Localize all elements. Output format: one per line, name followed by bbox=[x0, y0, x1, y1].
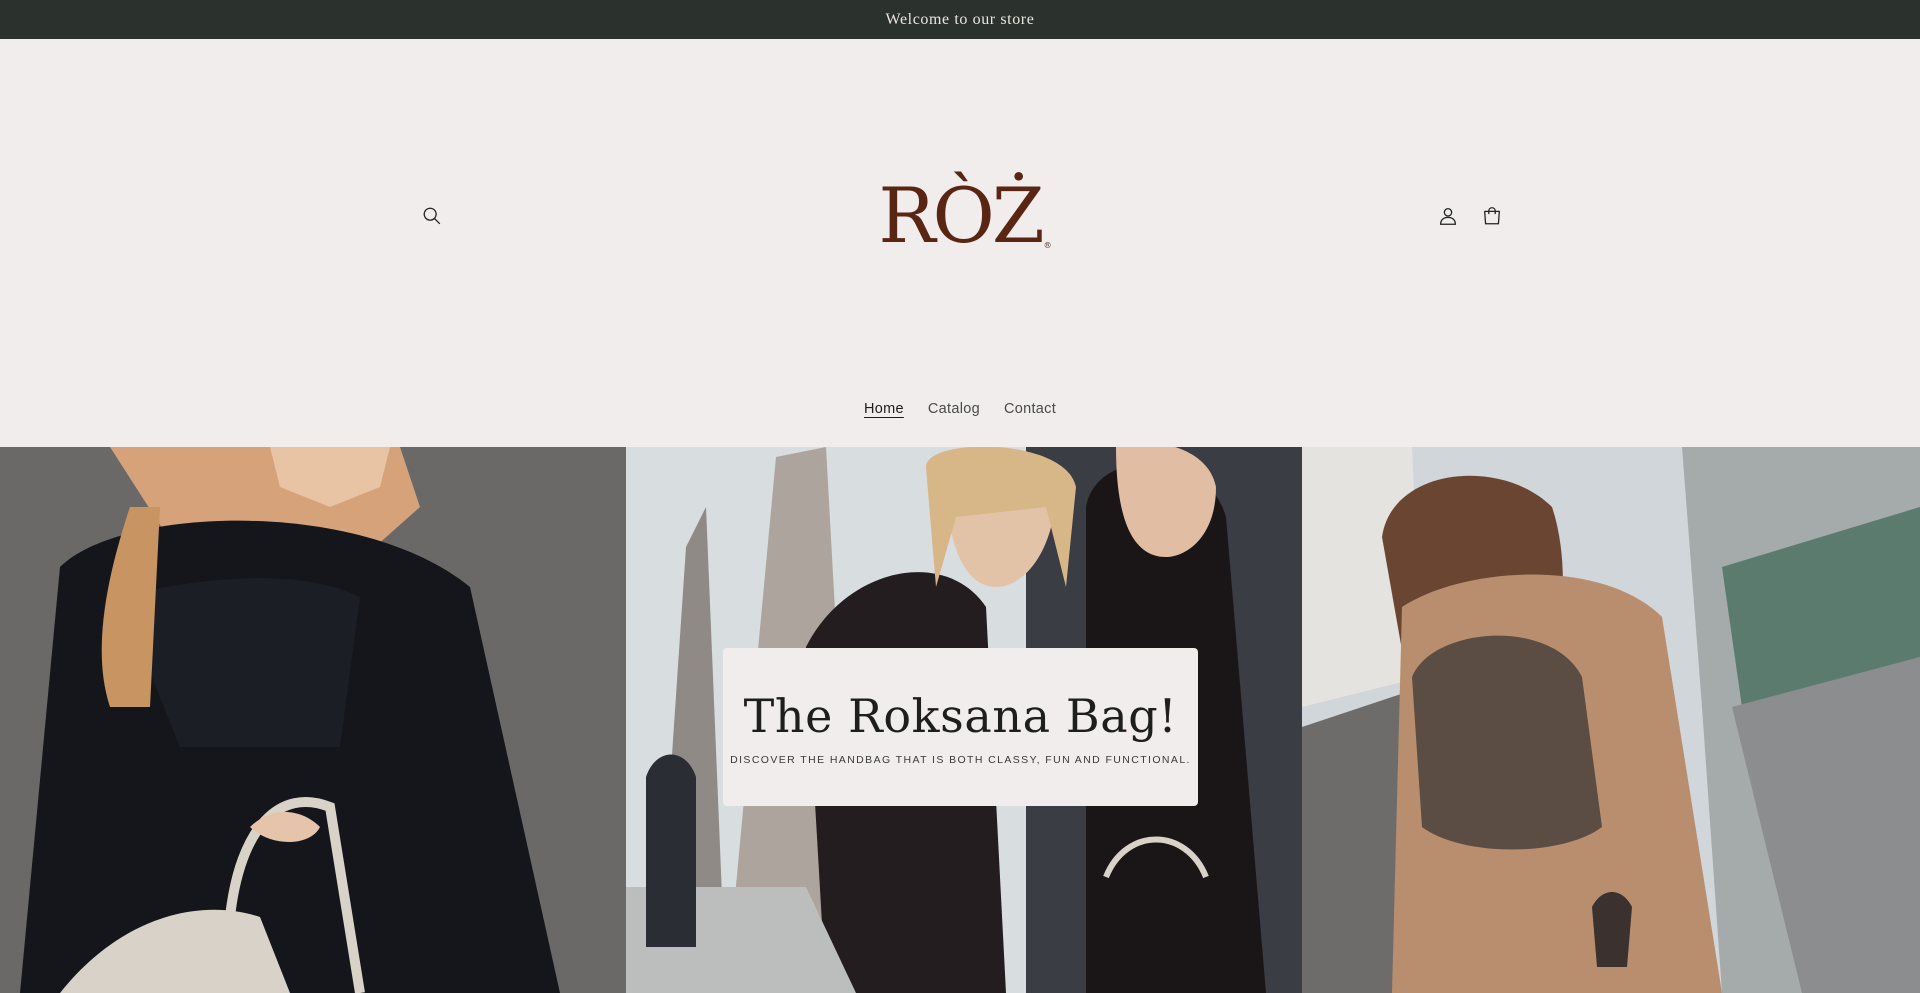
search-button[interactable] bbox=[416, 200, 448, 232]
hero-subtitle: DISCOVER THE HANDBAG THAT IS BOTH CLASSY… bbox=[730, 754, 1191, 766]
nav-item-contact[interactable]: Contact bbox=[992, 394, 1068, 424]
search-icon bbox=[423, 207, 441, 225]
store-logo[interactable]: RÒŻ ® bbox=[878, 164, 1052, 260]
nav-item-home[interactable]: Home bbox=[852, 394, 916, 424]
account-icon bbox=[1440, 208, 1456, 225]
hero-image-right bbox=[1302, 447, 1920, 993]
cart-icon bbox=[1484, 207, 1500, 225]
hero-image-left bbox=[0, 447, 626, 993]
cart-button[interactable] bbox=[1476, 200, 1508, 232]
announcement-bar: Welcome to our store bbox=[0, 0, 1920, 39]
hero-title: The Roksana Bag! bbox=[743, 689, 1178, 743]
hero-card: The Roksana Bag! DISCOVER THE HANDBAG TH… bbox=[723, 648, 1198, 806]
registered-mark: ® bbox=[1043, 241, 1052, 250]
main-nav: Home Catalog Contact bbox=[0, 394, 1920, 424]
announcement-text: Welcome to our store bbox=[885, 10, 1035, 28]
logo-text: RÒŻ ® bbox=[878, 171, 1052, 260]
account-button[interactable] bbox=[1432, 200, 1464, 232]
site-header: RÒŻ ® Home Catalog Contact bbox=[0, 39, 1920, 447]
nav-item-catalog[interactable]: Catalog bbox=[916, 394, 992, 424]
